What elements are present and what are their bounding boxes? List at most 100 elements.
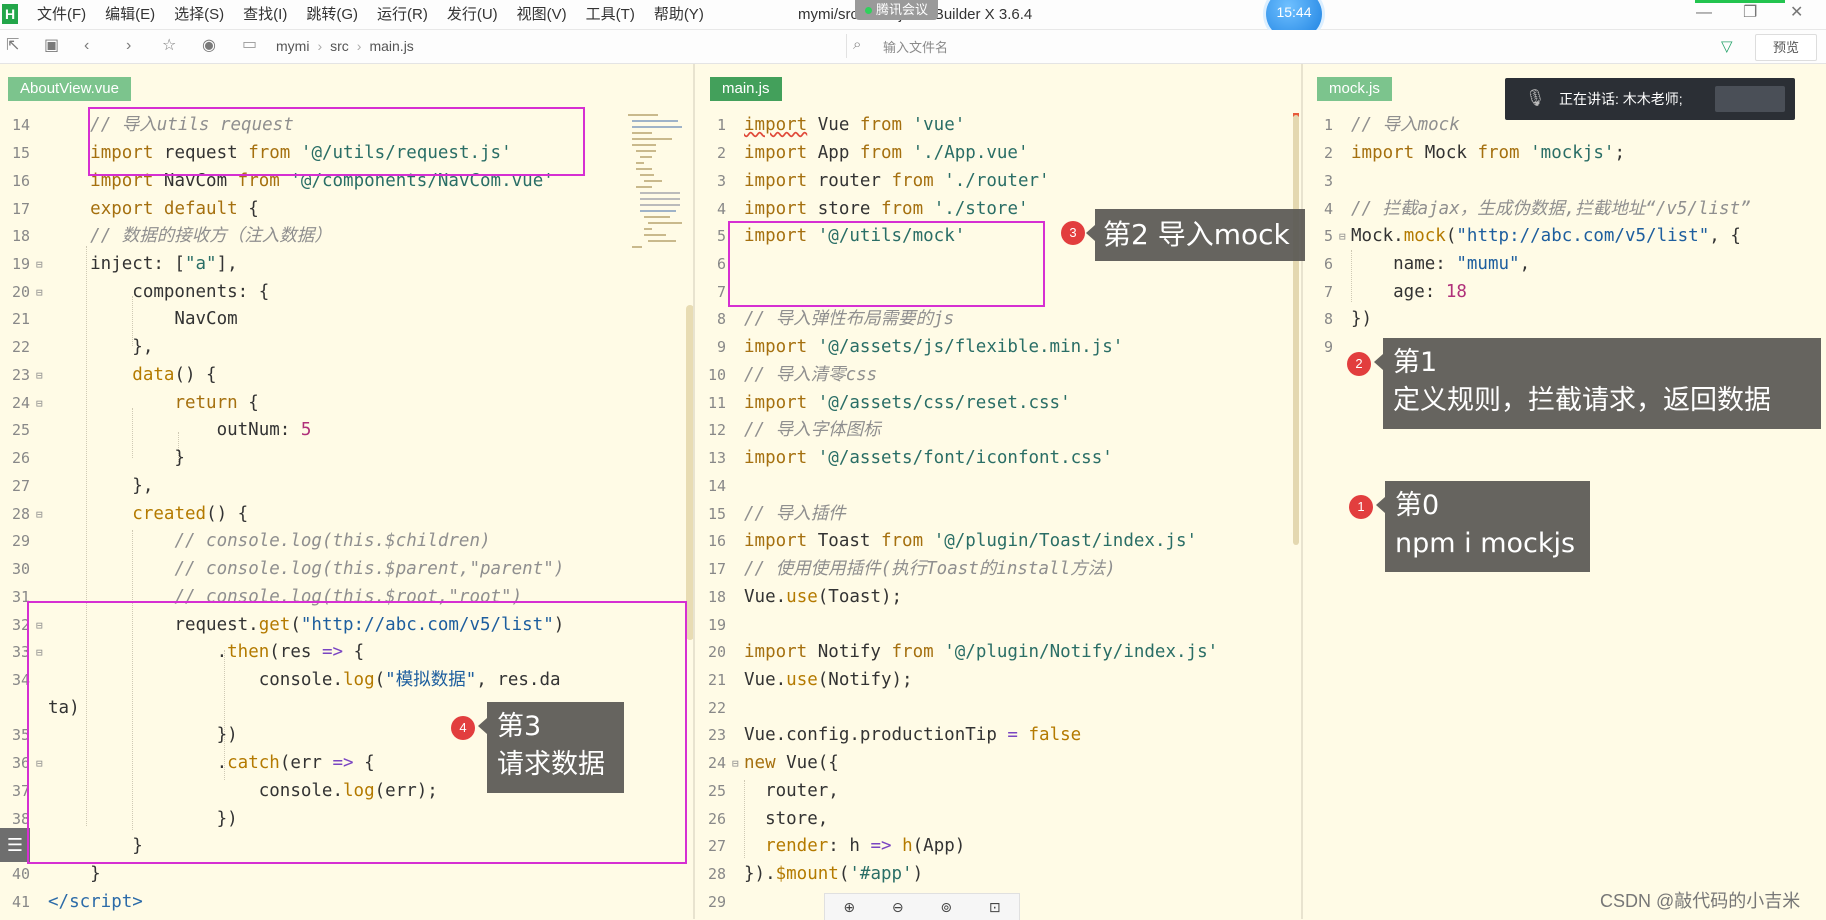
fit-screen-icon[interactable]: ⊡ [982, 899, 1008, 916]
menu-view[interactable]: 视图(V) [517, 0, 567, 29]
favorite-star-icon[interactable]: ☆ [162, 36, 176, 56]
code-line: 9 import '@/assets/js/flexible.min.js' [716, 337, 1124, 357]
menu-edit[interactable]: 编辑(E) [105, 0, 155, 29]
code-line: 8// 导入弹性布局需要的js [716, 309, 955, 329]
code-line: 5 import '@/utils/mock' [716, 226, 966, 246]
annotation-install-mockjs: 第0 npm i mockjs [1376, 481, 1590, 572]
code-line: 2 import Mock from 'mockjs'; [1323, 143, 1625, 163]
tab-mock-js[interactable]: mock.js [1317, 77, 1392, 101]
step-badge: 3 [1061, 221, 1085, 245]
file-search-input[interactable] [881, 34, 1485, 60]
code-line: 29 [707, 893, 726, 911]
annotation-text: 第0 npm i mockjs [1395, 490, 1576, 559]
zoom-in-icon[interactable]: ⊕ [836, 899, 862, 916]
step-badge: 2 [1347, 352, 1371, 376]
code-line: 6 [716, 255, 726, 273]
meeting-badge[interactable]: 腾讯会议 [855, 0, 939, 20]
back-icon[interactable]: ‹ [84, 36, 89, 56]
tab-main-js[interactable]: main.js [710, 77, 782, 101]
code-line: 19 [707, 616, 726, 634]
code-line: 7 age: 18 [1323, 282, 1467, 302]
code-line: 38 }) [11, 809, 238, 829]
code-line: 30 // console.log(this.$parent,"parent") [11, 559, 565, 579]
zoom-reset-icon[interactable]: ⊚ [933, 899, 959, 916]
filter-icon[interactable]: ▽ [1721, 37, 1733, 55]
code-line: 17// 使用使用插件(执行Toast的install方法) [707, 559, 1116, 579]
folder-icon: ▭ [242, 36, 258, 53]
middle-pane-scrollbar[interactable] [1293, 115, 1299, 545]
step-badge: 4 [451, 716, 475, 740]
pane-divider[interactable] [693, 64, 695, 919]
annotation-import-mock: 第2 导入mock [1086, 209, 1305, 261]
menu-help[interactable]: 帮助(Y) [654, 0, 704, 29]
menu-select[interactable]: 选择(S) [174, 0, 224, 29]
tab-about-view[interactable]: AboutView.vue [8, 77, 131, 101]
menu-find[interactable]: 查找(I) [243, 0, 287, 29]
minimize-icon[interactable]: — [1696, 4, 1712, 22]
code-line: 13 import '@/assets/font/iconfont.css' [707, 448, 1113, 468]
code-line: 2 import App from './App.vue' [716, 143, 1029, 163]
code-line: 25 outNum: 5 [11, 420, 312, 440]
run-icon[interactable]: ◉ [202, 36, 216, 56]
annotation-define-rules: 第1 定义规则，拦截请求，返回数据 [1374, 338, 1821, 429]
code-line: 41 </script> [11, 892, 143, 912]
toolbar: ⇱ ▣ ‹ › ☆ ◉ ▭ mymi › src › main.js ⌕ [0, 30, 1826, 64]
menu-goto[interactable]: 跳转(G) [306, 0, 358, 29]
minimap[interactable] [628, 112, 684, 252]
code-line: 14 // 导入utils request [11, 115, 294, 135]
code-line: 26 store, [707, 809, 829, 829]
code-line: 22 }, [11, 337, 154, 357]
code-line: 7 [716, 283, 726, 301]
close-icon[interactable]: ✕ [1790, 4, 1803, 22]
window-accent-bar [1695, 0, 1785, 3]
code-line: 15// 导入插件 [707, 504, 846, 524]
zoom-out-icon[interactable]: ⊖ [885, 899, 911, 916]
preview-button[interactable]: 预览 [1755, 34, 1817, 61]
code-line: 4// 拦截ajax，生成伪数据,拦截地址“/v5/list” [1323, 199, 1751, 219]
menu-bar: H 文件(F) 编辑(E) 选择(S) 查找(I) 跳转(G) 运行(R) 发行… [0, 0, 1826, 40]
save-icon[interactable]: ▣ [44, 36, 59, 56]
speaker-video-thumbnail [1715, 86, 1785, 112]
code-line: 16 import NavCom from '@/components/NavC… [11, 171, 554, 191]
breadcrumb-project[interactable]: mymi [276, 30, 309, 63]
code-line: 18 // 数据的接收方（注入数据） [11, 226, 332, 246]
code-line: 3 import router from './router' [716, 171, 1050, 191]
code-line: 28 ⊟ created() { [11, 504, 249, 524]
menu-file[interactable]: 文件(F) [37, 0, 86, 29]
code-line: 26 } [11, 448, 185, 468]
code-line: 29 // console.log(this.$children) [11, 531, 491, 551]
code-line: 16 import Toast from '@/plugin/Toast/inde… [707, 531, 1198, 551]
code-line: 28}).$mount('#app') [707, 864, 924, 884]
file-search-icon: ⌕ [853, 36, 862, 53]
code-line: 11 import '@/assets/css/reset.css' [707, 393, 1071, 413]
meeting-badge-label: 腾讯会议 [876, 2, 929, 17]
code-line: 24 ⊟ return { [11, 393, 259, 413]
zoom-bar: ⊕ ⊖ ⊚ ⊡ [824, 893, 1020, 920]
code-line: 34 console.log("模拟数据", res.da [11, 670, 561, 690]
forward-icon[interactable]: › [126, 36, 131, 56]
new-file-icon[interactable]: ⇱ [6, 36, 19, 56]
menu-publish[interactable]: 发行(U) [447, 0, 498, 29]
file-search-box: ⌕ [846, 34, 1707, 60]
code-line: 14 [707, 477, 726, 495]
code-line: 6 name: "mumu", [1323, 254, 1531, 274]
microphone-icon: 🎙 [1525, 90, 1546, 107]
breadcrumb-folder[interactable]: src [330, 30, 349, 63]
code-line: 27 render: h => h(App) [707, 836, 966, 856]
code-line: 33 ⊟ .then(res => { [11, 642, 365, 662]
speaking-label: 正在讲话: 木木老师; [1559, 91, 1683, 107]
code-line: 8}) [1323, 309, 1373, 329]
outline-toggle-icon[interactable]: ☰ [0, 828, 30, 862]
code-line: 9 [1323, 338, 1333, 356]
menu-run[interactable]: 运行(R) [377, 0, 428, 29]
code-line: 36 ⊟ .catch(err => { [11, 753, 375, 773]
code-line: 23 ⊟ data() { [11, 365, 217, 385]
breadcrumb-file[interactable]: main.js [369, 30, 413, 63]
code-line: 21 NavCom [11, 309, 238, 329]
code-line: 23 Vue.config.productionTip = false [707, 725, 1082, 745]
code-line: 15 import request from '@/utils/request.… [11, 143, 512, 163]
breadcrumb-separator-icon: › [356, 38, 362, 54]
meeting-live-icon [865, 7, 872, 14]
menu-tools[interactable]: 工具(T) [586, 0, 635, 29]
restore-icon[interactable]: ❐ [1743, 4, 1757, 22]
